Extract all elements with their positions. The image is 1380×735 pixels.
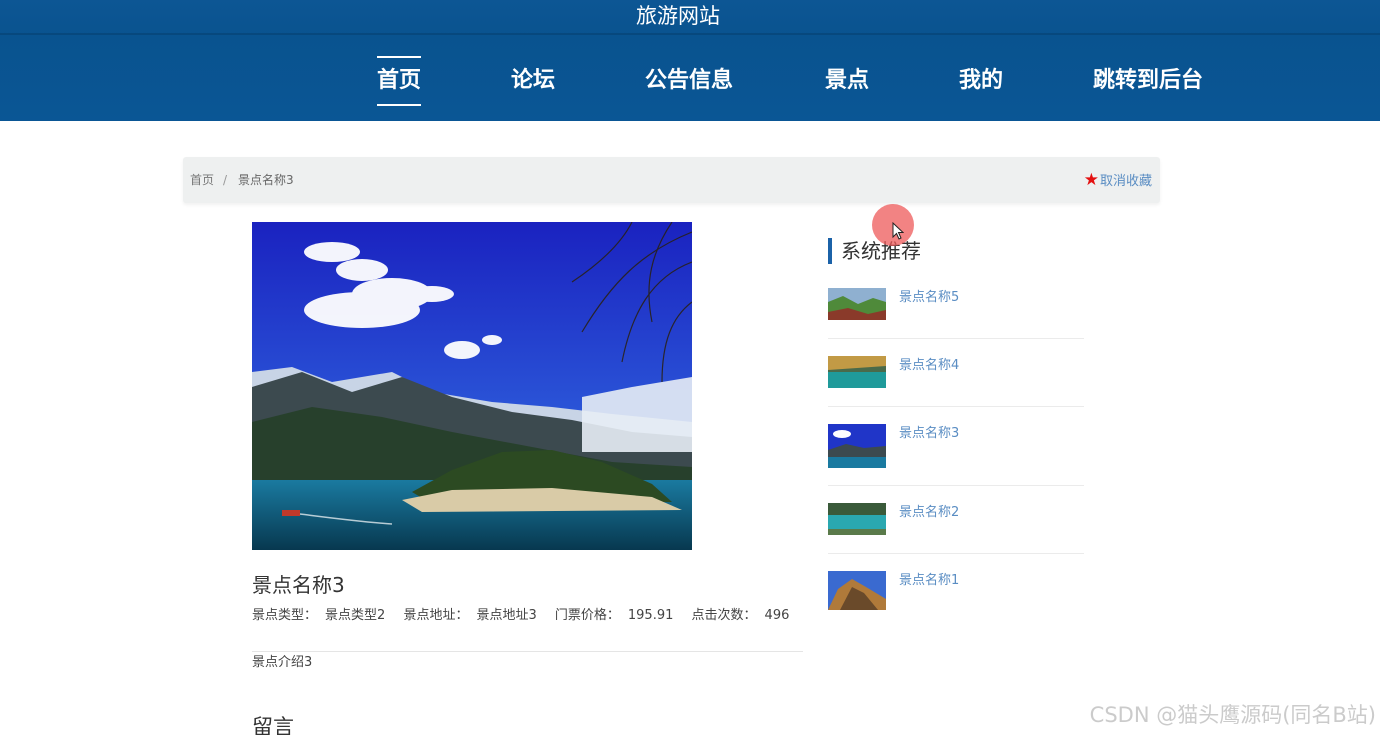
attraction-main-image <box>252 222 692 550</box>
recommend-item-name[interactable]: 景点名称5 <box>899 289 959 307</box>
star-icon: ★ <box>1083 170 1099 190</box>
meta-type-label: 景点类型： <box>252 608 318 623</box>
top-header: 旅游网站 首页 论坛 公告信息 景点 我的 跳转到后台 <box>0 0 1380 121</box>
recommend-divider <box>828 406 1084 407</box>
comment-section-title: 留言 <box>252 715 294 735</box>
recommend-divider <box>828 338 1084 339</box>
unfavorite-label: 取消收藏 <box>1099 174 1152 189</box>
meta-price-value: 195.91 <box>627 608 674 623</box>
recommend-thumbnail <box>828 424 886 468</box>
recommend-item-name[interactable]: 景点名称3 <box>899 425 959 443</box>
attraction-meta: 景点类型： 景点类型2 景点地址： 景点地址3 门票价格： 195.91 点击次数： 4… <box>252 606 803 626</box>
recommend-item-name[interactable]: 景点名称1 <box>899 572 959 590</box>
nav-admin[interactable]: 跳转到后台 <box>1093 56 1203 106</box>
recommend-divider <box>828 553 1084 554</box>
nav-announcements[interactable]: 公告信息 <box>645 56 733 106</box>
recommend-thumbnail <box>828 571 886 610</box>
unfavorite-button[interactable]: ★取消收藏 <box>1084 171 1152 191</box>
watermark: CSDN @猫头鹰源码(同名B站) <box>1089 703 1376 727</box>
header-divider <box>0 33 1380 35</box>
cursor-arrow-icon <box>892 222 904 240</box>
meta-type-value: 景点类型2 <box>325 608 386 623</box>
nav-home[interactable]: 首页 <box>377 56 422 106</box>
meta-clicks-label: 点击次数： <box>691 608 757 623</box>
recommend-thumbnail <box>828 503 886 535</box>
recommend-thumbnail <box>828 356 886 388</box>
breadcrumb-separator: / <box>223 173 228 187</box>
recommend-title: 系统推荐 <box>828 238 921 264</box>
recommend-divider <box>828 485 1084 486</box>
detail-divider <box>252 651 803 652</box>
recommend-thumbnail <box>828 288 886 320</box>
breadcrumb: 首页 / 景点名称3 ★取消收藏 <box>183 157 1160 203</box>
meta-address-label: 景点地址： <box>403 608 469 623</box>
breadcrumb-current: 景点名称3 <box>238 173 294 187</box>
meta-clicks-value: 496 <box>764 608 790 623</box>
nav-mine[interactable]: 我的 <box>959 56 1003 106</box>
recommend-item-name[interactable]: 景点名称2 <box>899 504 959 522</box>
attraction-name: 景点名称3 <box>252 573 345 597</box>
attraction-intro: 景点介绍3 <box>252 655 313 670</box>
meta-address-value: 景点地址3 <box>476 608 537 623</box>
meta-price-label: 门票价格： <box>554 608 620 623</box>
site-title: 旅游网站 <box>636 4 720 28</box>
recommend-item-name[interactable]: 景点名称4 <box>899 357 959 375</box>
breadcrumb-home-link[interactable]: 首页 <box>190 172 214 188</box>
nav-forum[interactable]: 论坛 <box>511 56 555 106</box>
nav-attractions[interactable]: 景点 <box>825 56 869 106</box>
